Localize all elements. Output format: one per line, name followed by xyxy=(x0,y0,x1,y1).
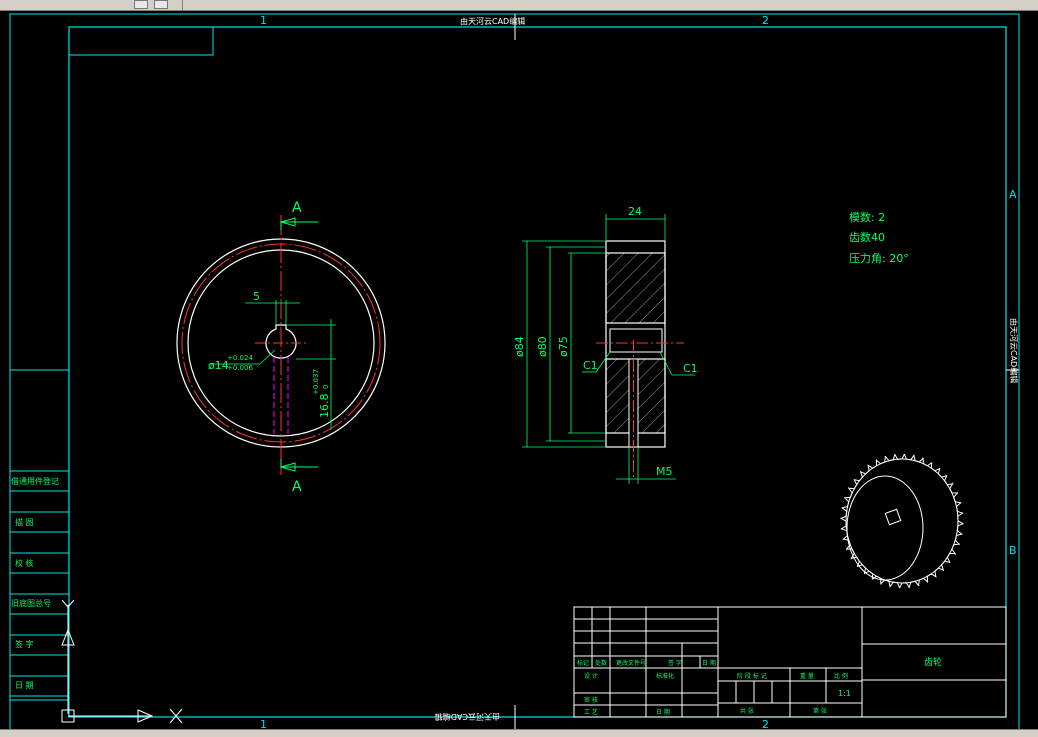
side-row-4: 签 字 xyxy=(15,639,34,649)
bore-channel xyxy=(609,328,663,353)
dim-face-width: 24 xyxy=(628,205,642,218)
side-row-3: 旧底图总号 xyxy=(11,598,51,608)
zone-label-top-2: 2 xyxy=(762,14,769,27)
param-module: 模数: 2 xyxy=(849,211,885,224)
sheet-border-outer xyxy=(9,13,1020,729)
dim-keyway-tol-upper: +0.037 xyxy=(312,369,320,395)
front-view[interactable]: A A 5 ø14 +0.024 +0.006 16.8 +0.037 0 xyxy=(176,200,386,495)
ucs-icon[interactable] xyxy=(61,599,183,724)
tb-header-3: 签 字 xyxy=(668,659,682,667)
tb-mid-0: 阶 段 标 记 xyxy=(737,672,767,680)
tb-scale: 1:1 xyxy=(838,689,851,698)
cursor-icon[interactable] xyxy=(134,0,148,9)
dim-root-diameter: ø75 xyxy=(557,336,570,357)
dim-bore-tol-lower: +0.006 xyxy=(227,364,253,372)
tb-header-4: 日 期 xyxy=(702,659,716,667)
zone-label-bottom-1: 1 xyxy=(260,718,267,729)
tb-part-name: 齿轮 xyxy=(924,656,942,668)
drawing-canvas[interactable]: 1 2 1 2 A B 由天河云CAD编辑 由天河云CAD编辑 由天河云CAD编… xyxy=(0,11,1038,729)
gear-parameters: 模数: 2 齿数40 压力角: 20° xyxy=(849,211,909,265)
section-label-bottom: A xyxy=(292,479,302,495)
dim-thread: M5 xyxy=(656,465,673,478)
tb-mid-2: 比 例 xyxy=(834,672,848,680)
toolbar xyxy=(0,0,1038,11)
title-block: 标记 处数 更改文件号 签 字 日 期 设 计 标准化 审 核 工 艺 日 期 … xyxy=(573,606,1007,718)
drawing-frame xyxy=(68,26,1007,718)
param-teeth: 齿数40 xyxy=(849,231,885,244)
chamfer-left: C1 xyxy=(583,359,598,372)
tb-mid-4: 第 张 xyxy=(813,707,827,715)
rim-upper-hatched xyxy=(605,252,666,324)
side-table: 借通用件登记 描 图 校 核 旧底图总号 签 字 日 期 xyxy=(9,470,70,701)
side-row-1: 描 图 xyxy=(15,517,34,527)
tb-left-1: 标准化 xyxy=(656,672,674,680)
watermark-bottom: 由天河云CAD编辑 xyxy=(435,712,500,722)
section-label-top: A xyxy=(292,200,302,216)
dim-keyway-depth: 16.8 xyxy=(318,394,331,419)
tb-left-3: 工 艺 xyxy=(584,708,598,716)
watermark-top: 由天河云CAD编辑 xyxy=(460,16,525,26)
tb-header-0: 标记 xyxy=(577,659,589,667)
param-pressure-angle: 压力角: 20° xyxy=(849,252,909,265)
top-left-box xyxy=(68,26,214,56)
tb-header-1: 处数 xyxy=(595,659,607,667)
zone-label-top-1: 1 xyxy=(260,14,267,27)
watermark-right: 由天河云CAD编辑 xyxy=(1009,318,1019,383)
zone-label-right-b: B xyxy=(1009,544,1017,557)
dim-bore: ø14 xyxy=(208,359,229,372)
section-view[interactable]: 24 ø84 ø80 ø75 C1 C1 M5 xyxy=(513,205,698,484)
dim-bore-tol-upper: +0.024 xyxy=(227,354,253,362)
tb-mid-3: 共 张 xyxy=(740,707,754,715)
tb-mid-1: 重 量 xyxy=(800,672,814,680)
side-row-5: 日 期 xyxy=(15,681,34,690)
toolbar-separator xyxy=(182,0,183,10)
chamfer-right: C1 xyxy=(683,362,698,375)
dim-keyway-tol-lower: 0 xyxy=(322,385,330,389)
side-row-2: 校 核 xyxy=(15,558,34,568)
zone-label-right-a: A xyxy=(1009,188,1017,201)
side-row-0: 借通用件登记 xyxy=(11,476,59,486)
tb-left-4: 日 期 xyxy=(656,708,670,716)
isometric-gear xyxy=(840,453,964,589)
zone-label-bottom-2: 2 xyxy=(762,718,769,729)
window-icon[interactable] xyxy=(154,0,168,9)
dim-outer-diameter: ø84 xyxy=(513,336,526,357)
dim-pitch-diameter: ø80 xyxy=(536,336,549,357)
gear-teeth-outline xyxy=(840,453,964,589)
dim-keyway-width: 5 xyxy=(253,290,260,303)
tb-left-0: 设 计 xyxy=(584,672,598,680)
tb-header-2: 更改文件号 xyxy=(616,659,646,667)
tb-left-2: 审 核 xyxy=(584,696,598,704)
